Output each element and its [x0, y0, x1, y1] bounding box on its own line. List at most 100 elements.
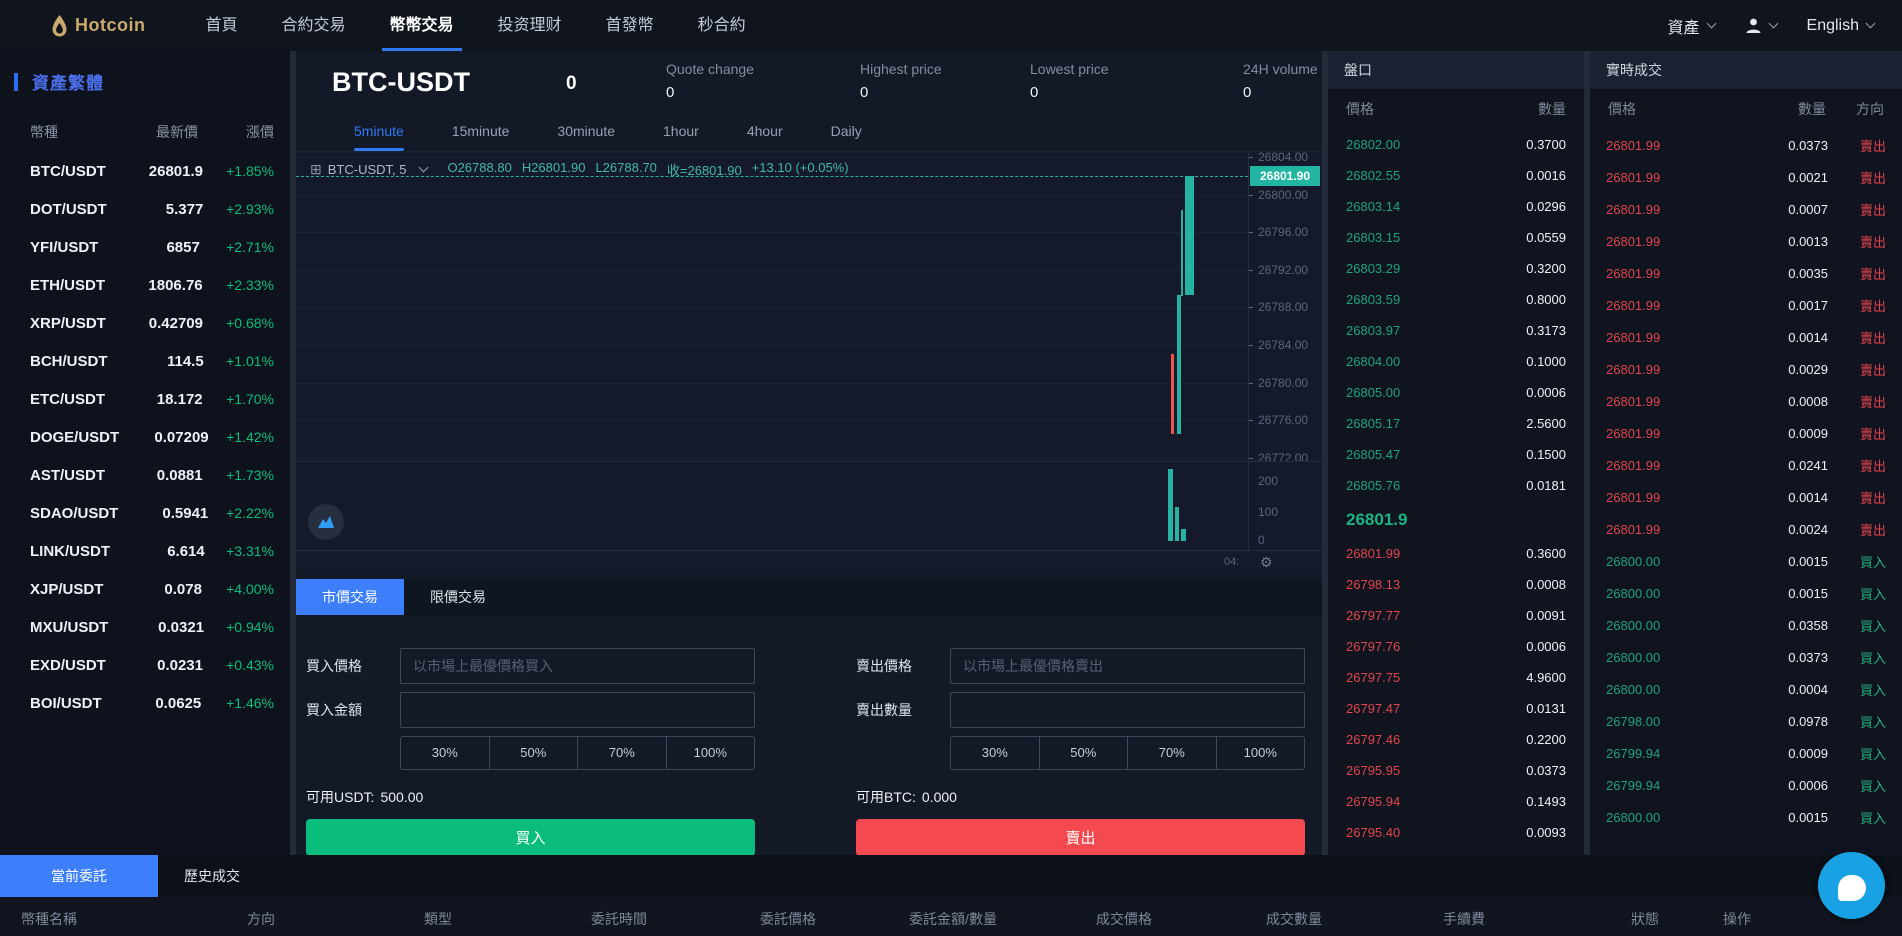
orders-table-header: 幣種名稱方向類型委託時間委託價格委託金額/數量成交價格成交數量手續費狀態操作: [0, 897, 1902, 936]
watchlist-row[interactable]: MXU/USDT0.0321+0.94%: [0, 608, 290, 646]
current-price-badge: 26801.90: [1250, 166, 1320, 186]
watchlist-row[interactable]: BOI/USDT0.0625+1.46%: [0, 684, 290, 722]
bid-row[interactable]: 26797.754.9600: [1328, 662, 1584, 693]
chevron-down-icon[interactable]: [419, 163, 429, 173]
sell-button[interactable]: 賣出: [856, 819, 1305, 856]
sell-price-input[interactable]: [950, 648, 1305, 684]
market-header: BTC-USDT 0 Quote change0Highest price0Lo…: [296, 51, 1322, 118]
sell-percent-50%[interactable]: 50%: [1040, 736, 1129, 770]
pair-change: +2.93%: [203, 201, 274, 217]
logo-text: Hotcoin: [75, 15, 146, 36]
bid-row[interactable]: 26797.470.0131: [1328, 693, 1584, 724]
watchlist-row[interactable]: ETC/USDT18.172+1.70%: [0, 380, 290, 418]
buy-percent-50%[interactable]: 50%: [490, 736, 579, 770]
ask-row[interactable]: 26805.172.5600: [1328, 408, 1584, 439]
timeframe-30minute[interactable]: 30minute: [557, 118, 615, 151]
trade-type-tabs: 市價交易 限價交易: [296, 579, 1322, 615]
bid-row[interactable]: 26797.760.0006: [1328, 631, 1584, 662]
watchlist-row[interactable]: YFI/USDT6857+2.71%: [0, 228, 290, 266]
watchlist-row[interactable]: EXD/USDT0.0231+0.43%: [0, 646, 290, 684]
ask-price: 26805.17: [1346, 416, 1526, 431]
ask-row[interactable]: 26803.150.0559: [1328, 222, 1584, 253]
nav-item-首頁[interactable]: 首頁: [204, 0, 240, 51]
ask-row[interactable]: 26802.550.0016: [1328, 160, 1584, 191]
assets-menu[interactable]: 資產: [1668, 14, 1715, 38]
watchlist-row[interactable]: AST/USDT0.0881+1.73%: [0, 456, 290, 494]
ask-row[interactable]: 26804.000.1000: [1328, 346, 1584, 377]
watchlist-row[interactable]: SDAO/USDT0.5941+2.22%: [0, 494, 290, 532]
watchlist-row[interactable]: ETH/USDT1806.76+2.33%: [0, 266, 290, 304]
buy-percent-100%[interactable]: 100%: [667, 736, 756, 770]
gear-icon[interactable]: ⚙: [1260, 554, 1273, 571]
tab-current-orders[interactable]: 當前委託: [0, 855, 158, 897]
ask-row[interactable]: 26803.970.3173: [1328, 315, 1584, 346]
bid-row[interactable]: 26798.130.0008: [1328, 569, 1584, 600]
pair-price: 18.172: [105, 391, 203, 408]
pair-symbol: XRP/USDT: [30, 315, 106, 332]
orders-column-header: 狀態: [1631, 909, 1659, 929]
nav-item-合約交易[interactable]: 合約交易: [280, 0, 348, 51]
bid-row[interactable]: 26795.950.0373: [1328, 755, 1584, 786]
bid-row[interactable]: 26797.770.0091: [1328, 600, 1584, 631]
pair-title: BTC-USDT: [332, 67, 470, 98]
volume-axis-label: 200: [1258, 474, 1278, 488]
timeframe-4hour[interactable]: 4hour: [747, 118, 783, 151]
sell-percent-100%[interactable]: 100%: [1217, 736, 1306, 770]
bid-row[interactable]: 26795.400.0093: [1328, 817, 1584, 848]
pair-price: 0.0231: [106, 657, 203, 674]
ask-row[interactable]: 26805.760.0181: [1328, 470, 1584, 501]
watchlist-row[interactable]: DOGE/USDT0.07209+1.42%: [0, 418, 290, 456]
watchlist-row[interactable]: XJP/USDT0.078+4.00%: [0, 570, 290, 608]
trade-qty: 0.0017: [1731, 298, 1828, 313]
ask-row[interactable]: 26803.140.0296: [1328, 191, 1584, 222]
trade-form: 買入價格 買入金額 30%50%70%100% 可用USDT:500.00 買入…: [296, 615, 1322, 855]
nav-item-幣幣交易[interactable]: 幣幣交易: [388, 0, 456, 51]
buy-percent-30%[interactable]: 30%: [400, 736, 490, 770]
logo[interactable]: Hotcoin: [51, 15, 146, 37]
account-menu[interactable]: [1745, 17, 1777, 34]
bid-row[interactable]: 26801.990.3600: [1328, 538, 1584, 569]
trade-row: 26799.940.0006買入: [1590, 769, 1902, 801]
sell-percent-30%[interactable]: 30%: [950, 736, 1040, 770]
ask-row[interactable]: 26805.470.1500: [1328, 439, 1584, 470]
trade-row: 26800.000.0015買入: [1590, 801, 1902, 833]
timeframe-15minute[interactable]: 15minute: [452, 118, 510, 151]
watchlist-row[interactable]: LINK/USDT6.614+3.31%: [0, 532, 290, 570]
trade-qty: 0.0029: [1731, 362, 1828, 377]
grid-plus-icon[interactable]: ⊞: [310, 161, 322, 178]
buy-button[interactable]: 買入: [306, 819, 755, 856]
timeframe-5minute[interactable]: 5minute: [354, 118, 404, 151]
tab-limit-order[interactable]: 限價交易: [404, 579, 512, 615]
pair-price: 0.5941: [118, 505, 208, 522]
chevron-down-icon: [1866, 19, 1876, 29]
buy-price-input[interactable]: [400, 648, 755, 684]
watchlist-row[interactable]: DOT/USDT5.377+2.93%: [0, 190, 290, 228]
pair-symbol: XJP/USDT: [30, 581, 103, 598]
buy-form: 買入價格 買入金額 30%50%70%100% 可用USDT:500.00 買入: [306, 648, 755, 856]
nav-item-投资理财[interactable]: 投资理财: [496, 0, 564, 51]
timeframe-Daily[interactable]: Daily: [831, 118, 862, 151]
bid-row[interactable]: 26797.460.2200: [1328, 724, 1584, 755]
bid-price: 26797.77: [1346, 608, 1526, 623]
tab-market-order[interactable]: 市價交易: [296, 579, 404, 615]
buy-amount-input[interactable]: [400, 692, 755, 728]
ask-row[interactable]: 26802.000.3700: [1328, 129, 1584, 160]
market-stat: Lowest price0: [1030, 61, 1109, 101]
nav-item-秒合約[interactable]: 秒合約: [696, 0, 748, 51]
sell-percent-70%[interactable]: 70%: [1128, 736, 1217, 770]
ask-row[interactable]: 26805.000.0006: [1328, 377, 1584, 408]
ask-row[interactable]: 26803.290.3200: [1328, 253, 1584, 284]
bid-row[interactable]: 26795.940.1493: [1328, 786, 1584, 817]
language-menu[interactable]: English: [1807, 17, 1874, 35]
buy-percent-70%[interactable]: 70%: [578, 736, 667, 770]
ask-row[interactable]: 26803.590.8000: [1328, 284, 1584, 315]
watchlist-row[interactable]: BCH/USDT114.5+1.01%: [0, 342, 290, 380]
tab-history-orders[interactable]: 歷史成交: [158, 855, 240, 897]
sell-amount-input[interactable]: [950, 692, 1305, 728]
chat-widget-button[interactable]: [1818, 852, 1885, 919]
title-accent-bar: [14, 73, 18, 91]
nav-item-首發幣[interactable]: 首發幣: [604, 0, 656, 51]
timeframe-1hour[interactable]: 1hour: [663, 118, 699, 151]
watchlist-row[interactable]: BTC/USDT26801.9+1.85%: [0, 152, 290, 190]
watchlist-row[interactable]: XRP/USDT0.42709+0.68%: [0, 304, 290, 342]
